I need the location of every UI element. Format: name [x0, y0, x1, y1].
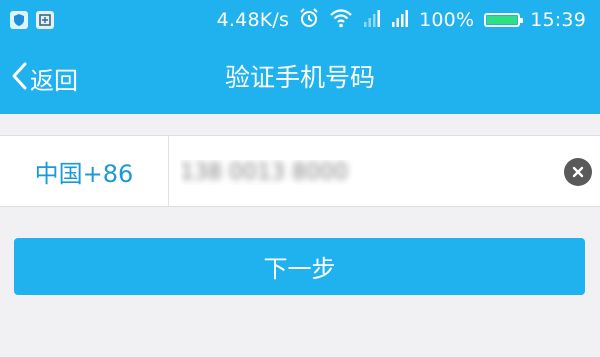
status-bar-left [10, 11, 54, 29]
clock: 15:39 [530, 9, 586, 31]
shield-icon [10, 11, 28, 29]
phone-number-input[interactable] [178, 148, 542, 196]
clear-input-button[interactable] [564, 158, 592, 186]
alarm-icon [299, 7, 319, 33]
status-bar: 4.48K/s 100% 15:39 [0, 0, 600, 40]
battery-icon [484, 13, 524, 27]
notification-icon [36, 11, 54, 29]
wifi-icon [329, 8, 353, 33]
page-title: 验证手机号码 [224, 63, 375, 92]
status-bar-right: 4.48K/s 100% 15:39 [217, 6, 586, 34]
next-step-button[interactable]: 下一步 [14, 238, 585, 295]
network-speed: 4.48K/s [216, 9, 290, 31]
battery-percent: 100% [419, 9, 475, 31]
app-header: 4.48K/s 100% 15:39 返回 验证手机号码 [0, 0, 600, 114]
signal-icon [363, 8, 381, 33]
signal-icon [391, 8, 409, 33]
battery-fill [487, 16, 518, 24]
phone-input-row: 中国+86 [0, 135, 600, 207]
country-code-selector[interactable]: 中国+86 [0, 136, 168, 206]
divider [168, 136, 169, 206]
close-icon [572, 163, 584, 182]
